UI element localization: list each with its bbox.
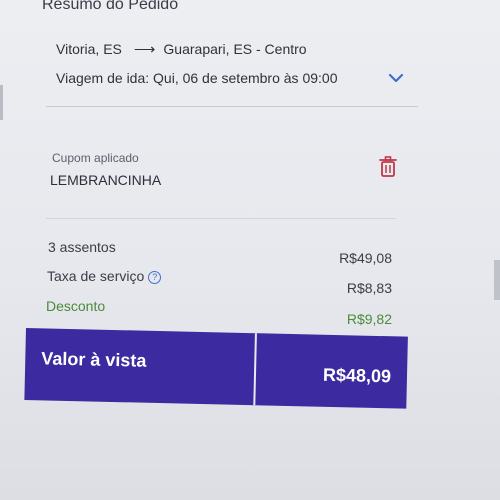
destination-label: Guarapari, ES - Centro — [163, 41, 307, 57]
total-bar: Valor à vista R$48,09 — [24, 328, 408, 409]
total-label: Valor à vista — [41, 348, 147, 371]
trip-route: Vitoria, ES ⟶ Guarapari, ES - Centro — [56, 40, 307, 58]
departure-info: Viagem de ida: Qui, 06 de setembro às 09… — [56, 70, 338, 86]
discount-value: R$9,82 — [346, 311, 392, 327]
arrow-right-icon: ⟶ — [133, 41, 156, 58]
service-fee-label: Taxa de serviço — [47, 268, 145, 284]
coupon-label: Cupom aplicado — [52, 151, 139, 165]
right-panel-edge — [494, 260, 500, 300]
help-icon[interactable]: ? — [148, 271, 162, 284]
coupon-code: LEMBRANCINHA — [50, 172, 162, 188]
divider — [46, 218, 396, 219]
seats-value: R$49,08 — [339, 250, 392, 266]
origin-label: Vitoria, ES — [56, 41, 122, 57]
page-title: Resumo do Pedido — [42, 0, 179, 13]
divider — [253, 333, 257, 406]
discount-label: Desconto — [46, 298, 106, 314]
divider — [46, 106, 418, 107]
order-summary-screen: Resumo do Pedido Vitoria, ES ⟶ Guarapari… — [0, 0, 500, 500]
service-fee-row: Taxa de serviço? — [47, 268, 162, 284]
left-panel-edge — [0, 85, 3, 120]
chevron-down-icon[interactable] — [386, 68, 406, 88]
total-value: R$48,09 — [322, 364, 392, 387]
service-fee-value: R$8,83 — [346, 280, 392, 296]
seats-label: 3 assentos — [48, 239, 116, 255]
trash-icon[interactable] — [377, 155, 399, 179]
